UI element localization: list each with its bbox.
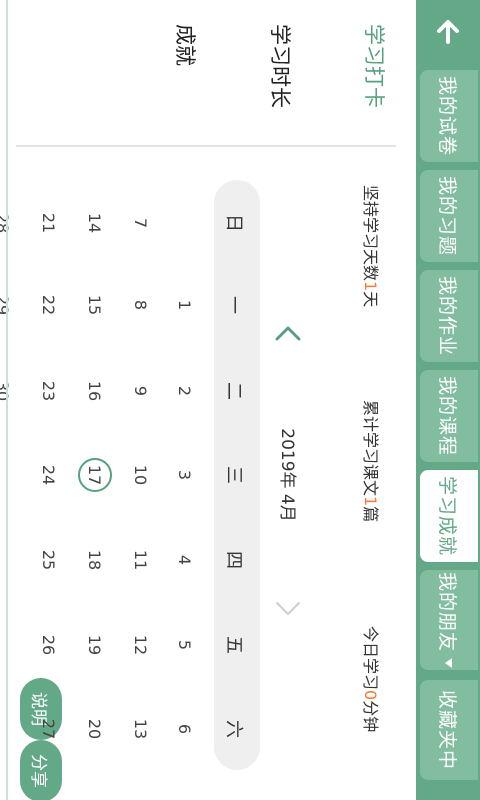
calendar-day[interactable]: 8: [124, 288, 158, 322]
top-nav: 我的试卷 我的习题 我的作业 我的课程 学习成就 我的朋友 收藏夹中: [416, 0, 480, 800]
back-arrow-icon: [437, 20, 459, 44]
tab-label: 我的课程: [436, 375, 459, 456]
tab-my-friends[interactable]: 我的朋友: [420, 570, 478, 670]
today-minutes-stat: 今日学习0分钟: [360, 626, 384, 732]
tab-label: 我的作业: [436, 275, 459, 356]
calendar-day[interactable]: 11: [124, 543, 158, 577]
back-button[interactable]: [416, 0, 480, 64]
side-tab-duration[interactable]: 学习时长: [266, 24, 296, 108]
caret-down-icon: [445, 658, 453, 668]
calendar-day[interactable]: 14: [78, 206, 112, 240]
weekday-label: 一: [223, 296, 244, 314]
tab-label: 收藏夹中: [436, 689, 459, 770]
calendar-day[interactable]: 4: [168, 543, 202, 577]
calendar-day[interactable]: 26: [32, 628, 66, 662]
calendar-day[interactable]: 24: [32, 458, 66, 492]
calendar-day[interactable]: 21: [32, 206, 66, 240]
weekday-label: 二: [223, 382, 244, 400]
calendar-day[interactable]: 15: [78, 288, 112, 322]
weekday-label: 六: [223, 720, 244, 738]
chevron-right-icon: [276, 602, 300, 615]
weekday-label: 四: [223, 551, 244, 569]
calendar-day[interactable]: 29: [0, 288, 20, 322]
calendar-day[interactable]: 16: [78, 374, 112, 408]
calendar-day[interactable]: 6: [168, 712, 202, 746]
month-title: 2019年 4月: [277, 428, 298, 522]
stat-label: 今日学习: [361, 626, 380, 691]
calendar-day[interactable]: 9: [124, 374, 158, 408]
stat-label: 累计学习课文: [361, 400, 380, 497]
next-month-button[interactable]: [274, 594, 302, 622]
screen: 我的试卷 我的习题 我的作业 我的课程 学习成就 我的朋友 收藏夹中 学习打卡 …: [0, 0, 480, 800]
tab-my-courses[interactable]: 我的课程: [420, 370, 478, 462]
tab-achievements[interactable]: 学习成就: [420, 470, 478, 562]
stat-unit: 天: [361, 291, 380, 308]
stat-number: 0: [361, 690, 380, 701]
side-tab-achievement[interactable]: 成就: [171, 24, 201, 66]
calendar: 2019年 4月 日一二三四五六 1 2 3 4 5 6 7 8 9 10 11 12 13 14 15 16…: [0, 180, 320, 770]
calendar-day[interactable]: 22: [32, 288, 66, 322]
rotated-canvas: 我的试卷 我的习题 我的作业 我的课程 学习成就 我的朋友 收藏夹中 学习打卡 …: [0, 0, 480, 800]
stat-number: 1: [361, 496, 380, 507]
calendar-day[interactable]: 2: [168, 374, 202, 408]
tab-my-papers[interactable]: 我的试卷: [420, 70, 478, 162]
weekday-label: 五: [223, 636, 244, 654]
month-header: 2019年 4月: [260, 180, 320, 770]
tab-label: 我的朋友: [436, 571, 459, 652]
persist-days-stat: 坚持学习天数1天: [360, 185, 384, 307]
calendar-day[interactable]: 27: [32, 712, 66, 746]
stat-unit: 篇: [361, 506, 380, 523]
tab-label: 我的试卷: [436, 75, 459, 156]
tab-label: 我的习题: [436, 175, 459, 256]
calendar-day[interactable]: 25: [32, 543, 66, 577]
tab-my-exercises[interactable]: 我的习题: [420, 170, 478, 262]
total-lessons-stat: 累计学习课文1篇: [360, 400, 384, 522]
calendar-day[interactable]: 3: [168, 458, 202, 492]
stat-number: 1: [361, 281, 380, 292]
side-panel: 学习打卡 学习时长 成就: [0, 0, 416, 150]
calendar-day[interactable]: 12: [124, 628, 158, 662]
calendar-day[interactable]: 23: [32, 374, 66, 408]
calendar-day[interactable]: 1: [168, 288, 202, 322]
calendar-day[interactable]: 5: [168, 628, 202, 662]
calendar-day[interactable]: 20: [78, 712, 112, 746]
weekday-label: 日: [223, 214, 244, 232]
chevron-left-icon: [275, 326, 301, 341]
weekday-label: 三: [223, 466, 244, 484]
bottom-border: [6, 0, 8, 800]
calendar-day-today[interactable]: 17: [78, 458, 112, 492]
divider: [16, 145, 396, 147]
calendar-day[interactable]: 13: [124, 712, 158, 746]
stat-unit: 分钟: [361, 700, 380, 733]
calendar-day[interactable]: 19: [78, 628, 112, 662]
side-tab-checkin[interactable]: 学习打卡: [360, 24, 390, 108]
calendar-day[interactable]: 30: [0, 374, 20, 408]
stat-label: 坚持学习天数: [361, 185, 380, 282]
calendar-day[interactable]: 18: [78, 543, 112, 577]
tab-favorites[interactable]: 收藏夹中: [420, 680, 478, 780]
prev-month-button[interactable]: [274, 320, 302, 348]
tab-label: 学习成就: [436, 475, 459, 556]
calendar-day[interactable]: 28: [0, 206, 20, 240]
calendar-day[interactable]: 7: [124, 206, 158, 240]
calendar-day[interactable]: 10: [124, 458, 158, 492]
tab-my-homework[interactable]: 我的作业: [420, 270, 478, 362]
